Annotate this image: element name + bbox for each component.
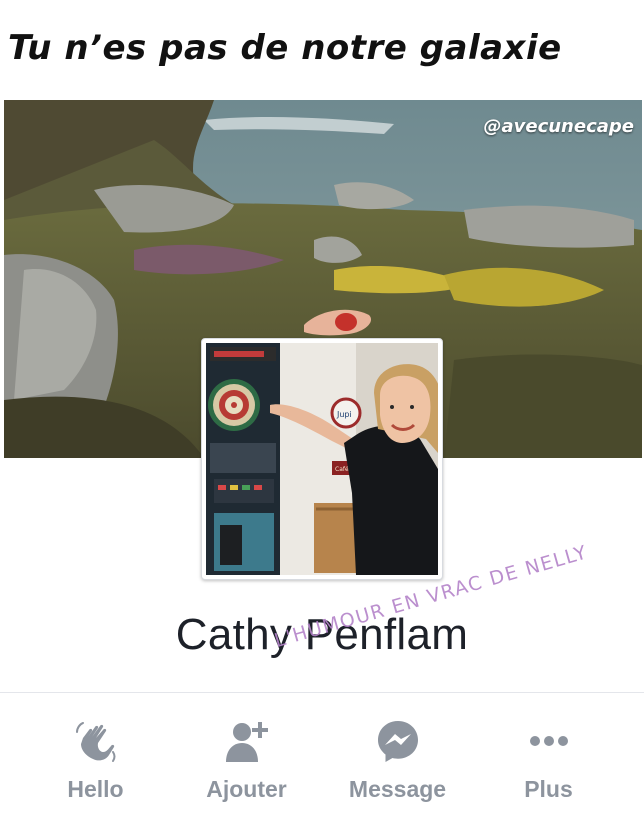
- add-friend-button[interactable]: Ajouter: [177, 718, 317, 808]
- meme-caption: Tu n’es pas de notre galaxie: [8, 28, 562, 68]
- messenger-icon: [375, 718, 421, 764]
- section-divider: [0, 692, 644, 693]
- profile-picture[interactable]: Jupi Café - Bar: [201, 338, 443, 580]
- message-label: Message: [348, 776, 447, 802]
- profile-action-bar: Hello Ajouter Message Plus: [0, 718, 644, 808]
- photo-sign-text: Jupi: [336, 410, 352, 419]
- wave-hand-icon: [73, 718, 119, 764]
- hello-button[interactable]: Hello: [26, 718, 166, 808]
- cover-watermark: @avecunecape: [483, 116, 634, 137]
- add-friend-icon: [224, 718, 270, 764]
- add-friend-label: Ajouter: [206, 776, 287, 802]
- more-button[interactable]: Plus: [479, 718, 619, 808]
- profile-photo-image: Jupi Café - Bar: [206, 343, 438, 575]
- message-button[interactable]: Message: [328, 718, 468, 808]
- hello-label: Hello: [67, 776, 124, 802]
- more-label: Plus: [524, 776, 573, 802]
- more-dots-icon: [526, 718, 572, 764]
